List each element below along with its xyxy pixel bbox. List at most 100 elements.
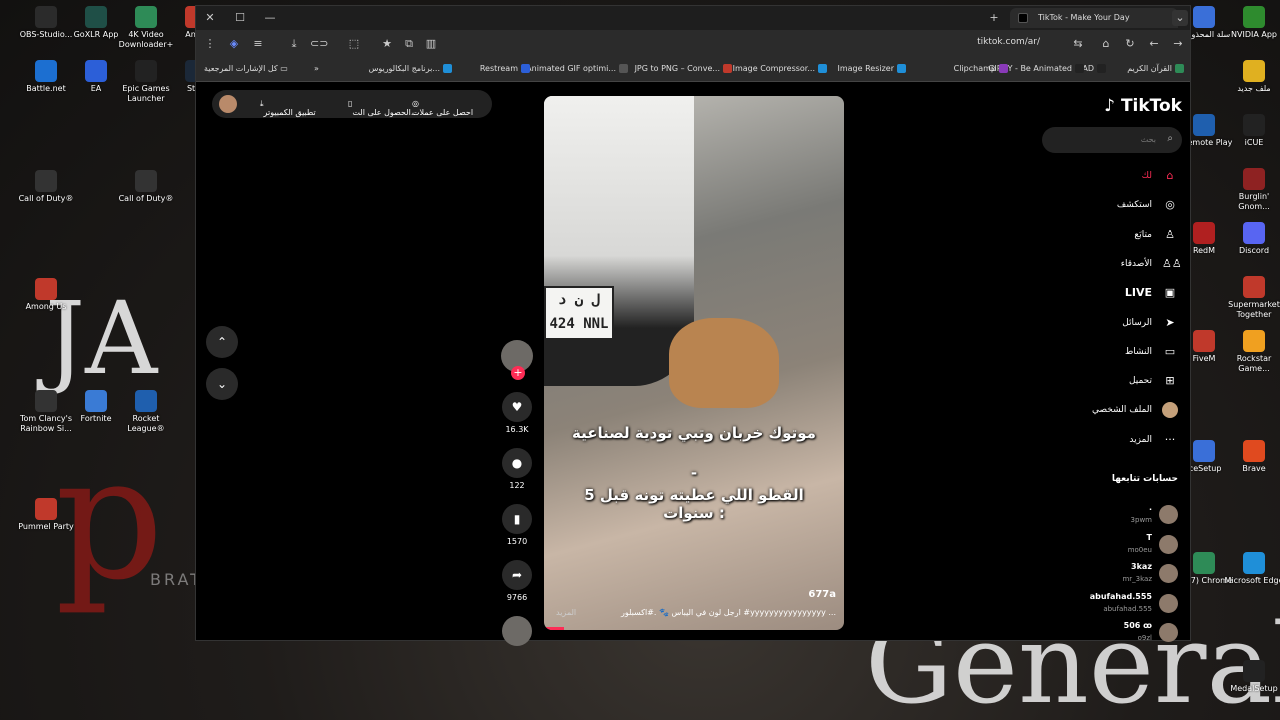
bookmark-item[interactable]: Image Resizer: [837, 64, 906, 73]
nav-item-more[interactable]: المزيد ···: [1038, 430, 1178, 450]
desktop-icon[interactable]: Call of Duty®: [14, 170, 78, 204]
bookmark-label: Image Resizer: [837, 64, 894, 73]
more-icon: ···: [1164, 432, 1176, 446]
creator-avatar[interactable]: +: [501, 340, 533, 380]
user-avatar[interactable]: [219, 95, 237, 113]
bookmark-item[interactable]: Restream: [480, 64, 530, 73]
split-screen-icon[interactable]: ▥: [423, 36, 439, 52]
video-username[interactable]: 677a: [808, 589, 836, 600]
bookmark-icon[interactable]: ▮: [502, 504, 532, 534]
video-player[interactable]: ل ن د 424 NNL موتوك خربان وتبي تودية لصن…: [544, 96, 844, 630]
desktop-icon[interactable]: Rockstar Game...: [1222, 330, 1280, 374]
bookmark-item[interactable]: JPG to PNG – Conve...: [635, 64, 732, 73]
desktop-icon[interactable]: ملف جديد: [1222, 60, 1280, 94]
nav-item-live[interactable]: LIVE ▣: [1038, 283, 1178, 303]
bookmarks-overflow-button[interactable]: »: [314, 64, 319, 73]
following-item[interactable]: 506 ꝏ o9zl: [1038, 620, 1178, 646]
tab-list-icon[interactable]: ⌄: [1172, 10, 1188, 26]
star-icon[interactable]: ★: [379, 36, 395, 52]
next-video-button[interactable]: ⌄: [206, 368, 238, 400]
nav-label: النشاط: [1124, 346, 1152, 357]
heart-icon[interactable]: ♥: [502, 392, 532, 422]
comment-icon[interactable]: ●: [502, 448, 532, 478]
bookmark-item[interactable]: Image Compressor...: [733, 64, 827, 73]
desktop-icon[interactable]: Among Us: [14, 278, 78, 312]
reading-icon[interactable]: ≡: [250, 36, 266, 52]
reload-icon[interactable]: ↻: [1122, 36, 1138, 52]
music-disc-icon[interactable]: [502, 616, 532, 646]
maximize-icon[interactable]: ☐: [232, 10, 248, 26]
extensions-icon[interactable]: ⬚: [346, 36, 362, 52]
title-bar: ✕ ☐ — + ✕ TikTok - Make Your Day ⌄: [196, 6, 1190, 30]
desktop-app-button[interactable]: ⤓ تطبيق الكمبيوتر: [260, 99, 316, 117]
desktop-icon[interactable]: Microsoft Edge: [1222, 552, 1280, 586]
desktop-icon[interactable]: Rocket League®: [114, 390, 178, 434]
share-icon[interactable]: ➦: [502, 560, 532, 590]
tiktok-logo[interactable]: ♪ TikTok: [1104, 96, 1182, 116]
address-bar[interactable]: tiktok.com/ar/: [977, 37, 1040, 47]
get-coins-button[interactable]: احصل على عملات ◎: [412, 99, 473, 117]
more-link[interactable]: المزيد: [556, 608, 576, 617]
search-input[interactable]: بحث ⌕: [1042, 127, 1182, 153]
nav-item-compass[interactable]: استكشف ◎: [1038, 195, 1178, 215]
get-app-button[interactable]: ▯ الحصول على الت...: [348, 99, 418, 117]
progress-bar[interactable]: [544, 627, 564, 630]
nav-item-upload[interactable]: تحميل ⊞: [1038, 371, 1178, 391]
desktop-icon[interactable]: Call of Duty®: [114, 170, 178, 204]
following-item[interactable]: . 3pwm: [1038, 502, 1178, 528]
desktop-icon[interactable]: Brave: [1222, 440, 1280, 474]
home-button-icon[interactable]: ⌂: [1098, 36, 1114, 52]
following-item[interactable]: Tmo0eu: [1038, 532, 1178, 558]
nav-item-send[interactable]: الرسائل ➤: [1038, 313, 1178, 333]
desktop-icon[interactable]: Discord: [1222, 222, 1280, 256]
bookmark-item[interactable]: القرآن الكريم: [1127, 64, 1184, 73]
site-settings-icon[interactable]: ⇆: [1070, 36, 1086, 52]
bookmark-item[interactable]: AD: [1082, 64, 1106, 73]
desktop-icon[interactable]: Pummel Party: [14, 498, 78, 532]
desktop-icon[interactable]: MedalSetup: [1222, 660, 1280, 694]
following-username: mo0eu: [1127, 545, 1152, 554]
app-icon: [1193, 114, 1215, 136]
bookmark-favicon-icon: [521, 64, 530, 73]
nav-item-avatar[interactable]: الملف الشخصي: [1038, 400, 1178, 420]
following-item[interactable]: 3kaz mr_3kaz: [1038, 561, 1178, 587]
desktop-icon[interactable]: Burglin' Gnom...: [1222, 168, 1280, 212]
download-icon[interactable]: ⤓: [286, 36, 302, 52]
desktop-icon[interactable]: NVIDIA App: [1222, 6, 1280, 40]
back-icon[interactable]: →: [1170, 36, 1186, 52]
nav-label: الرسائل: [1122, 317, 1152, 328]
action-count: 122: [509, 481, 525, 490]
nav-item-friends[interactable]: الأصدقاء ♙♙: [1038, 254, 1182, 274]
bookmark-favicon-icon: [897, 64, 906, 73]
desktop-icon[interactable]: Supermarket Together: [1222, 276, 1280, 320]
nav-item-home[interactable]: لك ⌂: [1038, 166, 1178, 186]
tab-title: TikTok - Make Your Day: [1038, 13, 1130, 22]
tab-tiktok[interactable]: ✕ TikTok - Make Your Day: [1010, 8, 1188, 28]
collections-icon[interactable]: ⧉: [401, 36, 417, 52]
plate-top: ل ن د: [557, 292, 601, 308]
nav-item-user-follow[interactable]: متابَع ♙: [1038, 225, 1178, 245]
desktop-icon[interactable]: iCUE: [1222, 114, 1280, 148]
link-icon[interactable]: ⊂⊃: [310, 36, 328, 52]
minimize-icon[interactable]: —: [262, 10, 278, 26]
desktop-icon-label: ملف جديد: [1237, 84, 1271, 93]
forward-icon[interactable]: ←: [1146, 36, 1162, 52]
upload-icon: ⊞: [1165, 374, 1175, 388]
following-username: mr_3kaz: [1122, 575, 1152, 583]
menu-icon[interactable]: ⋮: [202, 36, 218, 52]
follow-plus-icon[interactable]: +: [511, 366, 525, 380]
action-heart: ♥ 16.3K: [496, 392, 538, 434]
previous-video-button[interactable]: ⌃: [206, 326, 238, 358]
nav-item-activity[interactable]: النشاط ▭: [1038, 342, 1178, 362]
tiktok-note-icon: ♪: [1104, 96, 1116, 116]
copilot-icon[interactable]: ◈: [226, 36, 242, 52]
bookmark-item[interactable]: Clipchamp: [954, 64, 1008, 73]
all-bookmarks-button[interactable]: كل الإشارات المرجعية ▭: [204, 64, 288, 73]
new-tab-icon[interactable]: +: [986, 10, 1002, 26]
close-window-icon[interactable]: ✕: [202, 10, 218, 26]
app-icon: [1243, 222, 1265, 244]
bookmark-item[interactable]: Animated GIF optimi...: [526, 64, 628, 73]
following-name: 3kaz: [1131, 562, 1152, 571]
bookmark-item[interactable]: برنامج البكالوريوس...: [369, 64, 452, 73]
following-item[interactable]: abufahad.555 abufahad.555: [1038, 591, 1178, 617]
